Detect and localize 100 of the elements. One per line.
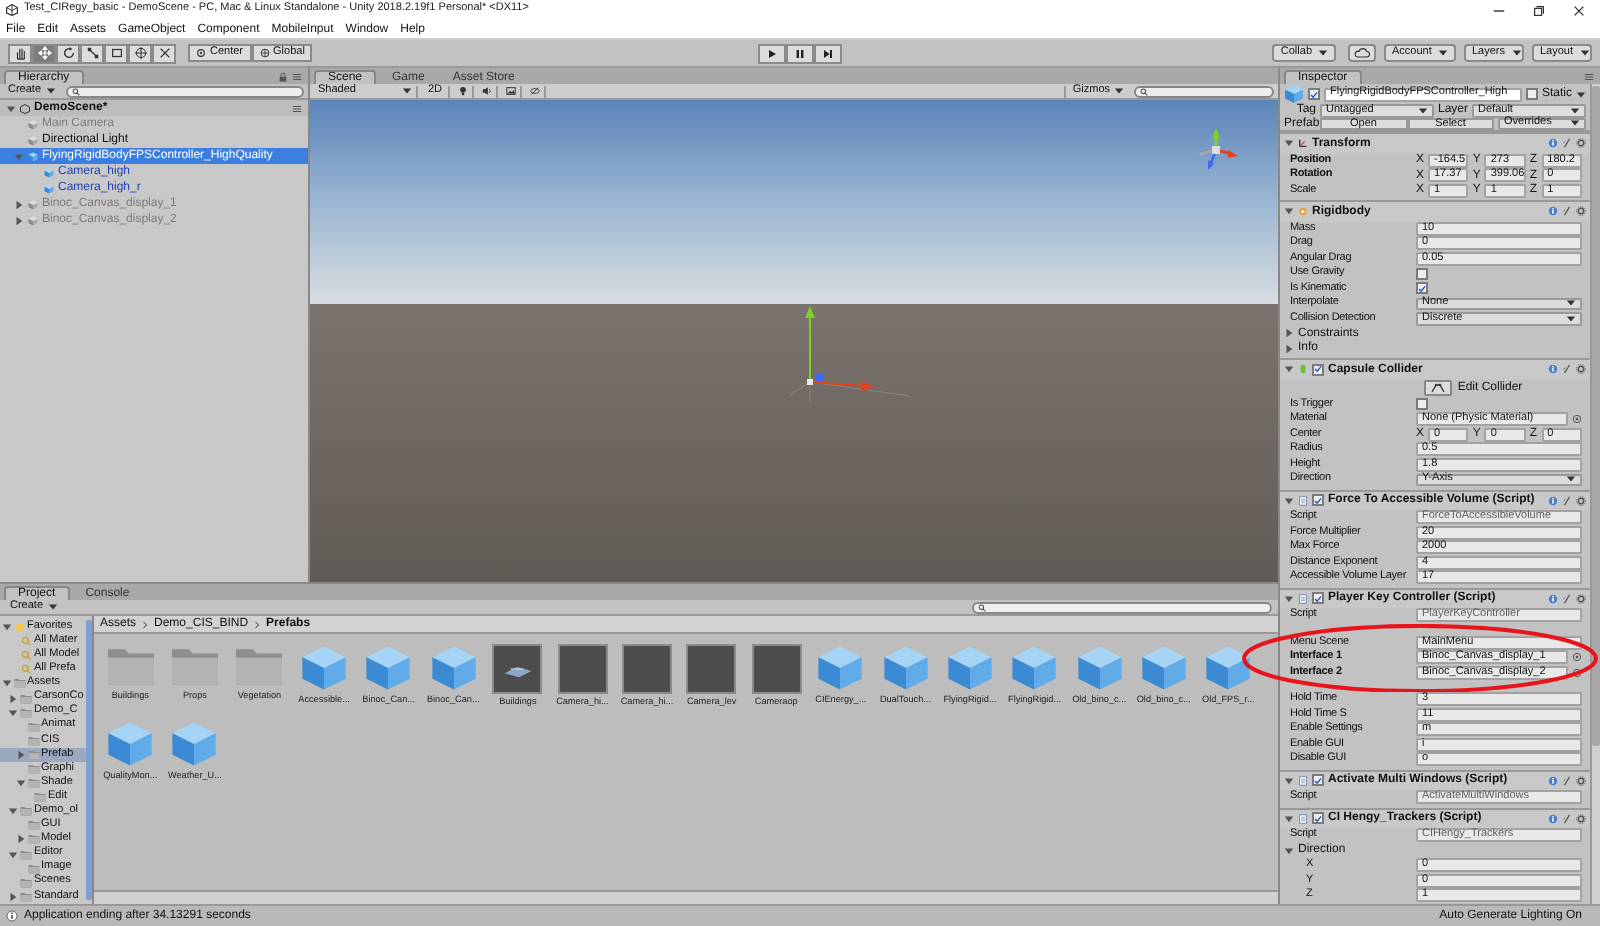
play-button[interactable] (758, 43, 786, 63)
checkbox[interactable] (1312, 494, 1324, 507)
checkbox[interactable] (1308, 88, 1320, 100)
cube-icon[interactable] (1139, 644, 1188, 692)
cube-icon[interactable] (1010, 644, 1059, 692)
foldout-arrow-icon[interactable] (1284, 845, 1294, 856)
search-field[interactable] (65, 85, 304, 97)
settings-icon[interactable] (1576, 775, 1586, 786)
checkbox[interactable] (1416, 267, 1428, 280)
preset-icon[interactable] (1562, 206, 1572, 217)
preset-icon[interactable] (1562, 813, 1572, 824)
dark-thumbnail[interactable] (557, 644, 608, 694)
foldout-arrow-icon[interactable] (1284, 364, 1294, 375)
pause-button[interactable] (786, 43, 814, 63)
cube-icon[interactable] (881, 644, 930, 692)
cube-icon[interactable] (946, 644, 994, 692)
foldout-arrow-icon[interactable] (8, 891, 18, 902)
preset-icon[interactable] (1562, 775, 1572, 786)
foldout-arrow-icon[interactable] (1284, 138, 1294, 149)
foldout-arrow-icon[interactable] (1284, 593, 1294, 604)
transform-tool-button[interactable] (128, 43, 152, 63)
checkbox[interactable] (1312, 812, 1324, 825)
foldout-arrow-icon[interactable] (1, 678, 11, 689)
model-thumbnail[interactable] (492, 644, 543, 694)
checkbox[interactable] (1525, 88, 1538, 100)
foldout-arrow-icon[interactable] (15, 749, 25, 760)
foldout-arrow-icon[interactable] (15, 834, 25, 845)
restore-icon[interactable] (1532, 3, 1546, 17)
settings-icon[interactable] (1576, 138, 1586, 149)
foldout-arrow-icon[interactable] (1284, 813, 1294, 824)
foldout-arrow-icon[interactable] (1284, 343, 1294, 354)
foldout-arrow-icon[interactable] (8, 849, 18, 860)
caret-icon (1418, 105, 1428, 116)
cube-icon[interactable] (1075, 644, 1124, 692)
edit-collider-button[interactable] (1423, 380, 1452, 396)
move-tool-button[interactable] (32, 43, 56, 63)
dark-thumbnail[interactable] (751, 644, 802, 694)
hidden-objects-button[interactable] (526, 85, 547, 97)
cloud-button[interactable] (1348, 44, 1376, 62)
cube-icon[interactable] (300, 644, 349, 692)
checkbox[interactable] (1312, 592, 1324, 605)
search-field[interactable] (972, 601, 1272, 613)
audio-button[interactable] (478, 85, 499, 97)
search-field[interactable] (1134, 85, 1274, 97)
target-icon[interactable] (1572, 414, 1582, 425)
help-icon[interactable] (1548, 138, 1558, 149)
lock-icon[interactable] (278, 72, 288, 82)
menu-icon[interactable] (292, 72, 302, 82)
hand-tool-button[interactable] (8, 43, 32, 63)
checkbox[interactable] (1416, 398, 1428, 411)
transform-gizmo-drawing[interactable] (790, 302, 910, 402)
settings-icon[interactable] (1576, 206, 1586, 217)
dark-thumbnail[interactable] (686, 644, 737, 694)
help-icon[interactable] (1548, 364, 1558, 375)
help-icon[interactable] (1548, 495, 1558, 506)
foldout-arrow-icon[interactable] (15, 778, 25, 789)
foldout-arrow-icon[interactable] (6, 103, 16, 113)
checkbox[interactable] (1312, 363, 1324, 376)
settings-icon[interactable] (1576, 364, 1586, 375)
checkbox[interactable] (1416, 282, 1428, 295)
scale-tool-button[interactable] (80, 43, 104, 63)
lighting-button[interactable] (454, 85, 475, 97)
menu-icon[interactable] (292, 103, 302, 113)
cube-icon[interactable] (170, 720, 219, 768)
cube-icon[interactable] (1204, 644, 1253, 692)
rect-tool-button[interactable] (104, 43, 128, 63)
close-icon[interactable] (1572, 3, 1586, 17)
step-button[interactable] (814, 43, 842, 63)
foldout-arrow-icon[interactable] (1284, 495, 1294, 506)
effects-button[interactable] (502, 85, 523, 97)
foldout-arrow-icon[interactable] (14, 199, 24, 209)
help-icon[interactable] (1548, 206, 1558, 217)
foldout-arrow-icon[interactable] (8, 707, 18, 718)
cube-icon[interactable] (816, 644, 865, 692)
settings-icon[interactable] (1576, 813, 1586, 824)
foldout-arrow-icon[interactable] (1284, 328, 1294, 339)
cube-icon[interactable] (429, 644, 478, 692)
settings-icon[interactable] (1576, 495, 1586, 506)
dark-thumbnail[interactable] (622, 644, 673, 694)
scrollbar-thumb[interactable] (86, 620, 92, 900)
cube-icon[interactable] (364, 644, 413, 692)
foldout-arrow-icon[interactable] (1284, 206, 1294, 217)
preset-icon[interactable] (1562, 593, 1572, 604)
foldout-arrow-icon[interactable] (14, 215, 24, 225)
rotate-tool-button[interactable] (56, 43, 80, 63)
preset-icon[interactable] (1562, 138, 1572, 149)
help-icon[interactable] (1548, 813, 1558, 824)
cube-icon[interactable] (106, 720, 155, 768)
foldout-arrow-icon[interactable] (8, 693, 18, 704)
settings-icon[interactable] (1576, 593, 1586, 604)
foldout-arrow-icon[interactable] (1, 622, 11, 633)
help-icon[interactable] (1548, 593, 1558, 604)
preset-icon[interactable] (1562, 495, 1572, 506)
checkbox[interactable] (1312, 774, 1324, 787)
menu-icon[interactable] (1584, 72, 1594, 82)
preset-icon[interactable] (1562, 364, 1572, 375)
foldout-arrow-icon[interactable] (8, 806, 18, 817)
foldout-arrow-icon[interactable] (1284, 775, 1294, 786)
custom-tool-button[interactable] (152, 43, 176, 63)
help-icon[interactable] (1548, 775, 1558, 786)
